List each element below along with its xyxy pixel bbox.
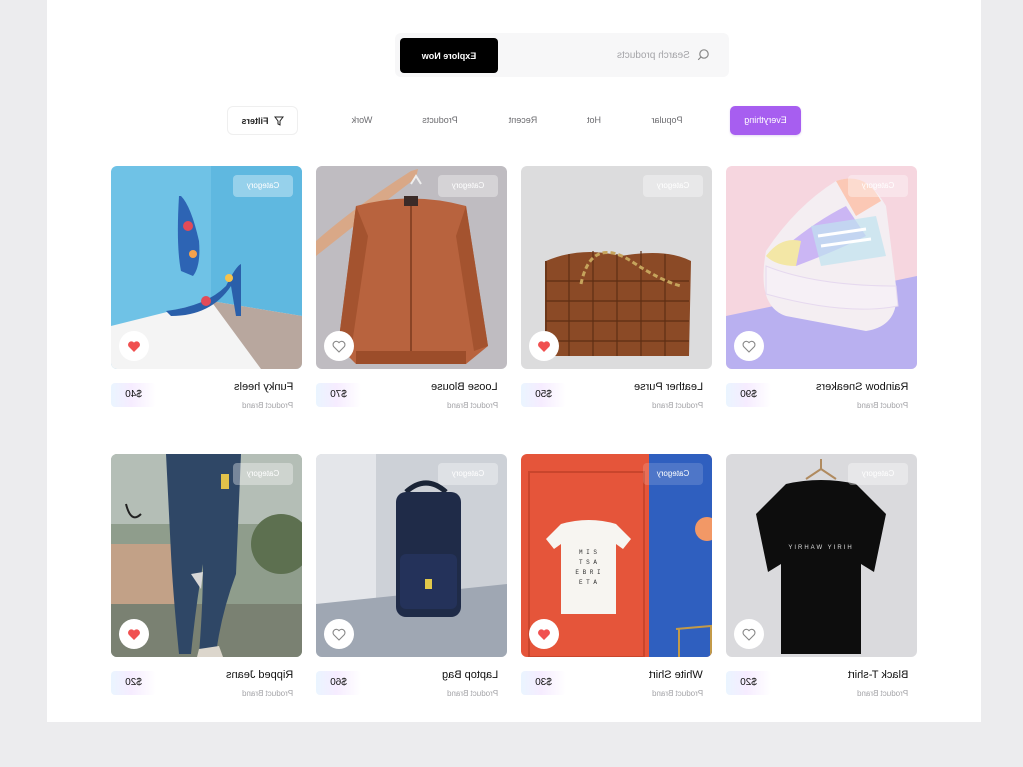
product-card[interactable]: Category Funky heels Product Brand $40	[111, 166, 302, 416]
heart-icon	[538, 628, 550, 640]
product-name[interactable]: Black T-shirt	[848, 669, 908, 681]
category-badge: Category	[643, 175, 703, 197]
product-name[interactable]: Rainbow Sneakers	[816, 381, 908, 393]
like-button[interactable]	[119, 331, 149, 361]
product-card[interactable]: Category Loose Blouse Product Brand $70	[316, 166, 507, 416]
product-name[interactable]: Funky heels	[234, 381, 293, 393]
category-badge: Category	[233, 463, 293, 485]
like-button[interactable]	[119, 619, 149, 649]
tab-products[interactable]: Products	[416, 106, 464, 135]
svg-text:E B R I: E B R I	[575, 569, 600, 576]
filter-icon	[273, 116, 284, 126]
category-badge: Category	[848, 175, 908, 197]
product-brand: Product Brand	[446, 689, 498, 698]
heart-icon	[128, 628, 140, 640]
like-button[interactable]	[324, 331, 354, 361]
product-price: $90	[726, 383, 771, 407]
product-name[interactable]: Loose Blouse	[431, 381, 498, 393]
product-card[interactable]: Category Leather Purse Product Brand $50	[521, 166, 712, 416]
cut-off-heading	[337, 0, 537, 2]
product-name[interactable]: White Shirt	[649, 669, 703, 681]
product-name[interactable]: Ripped Jeans	[226, 669, 293, 681]
product-brand: Product Brand	[651, 401, 703, 410]
svg-text:E T A: E T A	[579, 579, 597, 586]
product-card[interactable]: YIRHAW YIRIH Category Black T-shirt Prod…	[726, 454, 917, 704]
product-price: $70	[316, 383, 361, 407]
product-brand: Product Brand	[856, 401, 908, 410]
category-badge: Category	[643, 463, 703, 485]
like-button[interactable]	[529, 619, 559, 649]
product-brand: Product Brand	[241, 689, 293, 698]
svg-text:T S A: T S A	[579, 559, 597, 566]
product-brand: Product Brand	[446, 401, 498, 410]
product-card[interactable]: Category Rainbow Sneakers Product Brand …	[726, 166, 917, 416]
product-price: $30	[521, 671, 566, 695]
category-badge: Category	[848, 463, 908, 485]
search-icon[interactable]	[697, 48, 711, 62]
product-price: $20	[726, 671, 771, 695]
product-name[interactable]: Laptop Bag	[442, 669, 498, 681]
product-card[interactable]: Category Laptop Bag Product Brand $60	[316, 454, 507, 704]
heart-icon	[332, 628, 346, 641]
tab-recent[interactable]: Recent	[503, 106, 543, 135]
category-badge: Category	[233, 175, 293, 197]
search-placeholder[interactable]: Search products	[617, 50, 690, 61]
product-card[interactable]: M I S T S A E B R I E T A Category White Sh…	[521, 454, 712, 704]
search-bar: Explore Now Search products	[395, 33, 729, 77]
category-badge: Category	[438, 463, 498, 485]
like-button[interactable]	[324, 619, 354, 649]
explore-now-button[interactable]: Explore Now	[400, 38, 498, 73]
heart-icon	[742, 340, 756, 353]
tab-popular[interactable]: Popular	[645, 106, 689, 135]
product-price: $20	[111, 671, 156, 695]
page-frame: Explore Now Search products Filters Work…	[47, 0, 981, 722]
product-price: $40	[111, 383, 156, 407]
like-button[interactable]	[529, 331, 559, 361]
heart-icon	[332, 340, 346, 353]
svg-text:YIRHAW YIRIH: YIRHAW YIRIH	[788, 545, 853, 551]
product-name[interactable]: Leather Purse	[634, 381, 703, 393]
filters-label: Filters	[241, 115, 269, 126]
svg-text:M I S: M I S	[579, 549, 597, 556]
heart-icon	[128, 340, 140, 352]
product-brand: Product Brand	[651, 689, 703, 698]
product-brand: Product Brand	[241, 401, 293, 410]
heart-icon	[538, 340, 550, 352]
product-brand: Product Brand	[856, 689, 908, 698]
product-price: $60	[316, 671, 361, 695]
tab-everything[interactable]: Everything	[730, 106, 801, 135]
product-card[interactable]: Category Ripped Jeans Product Brand $20	[111, 454, 302, 704]
tab-work[interactable]: Work	[344, 106, 380, 135]
heart-icon	[742, 628, 756, 641]
like-button[interactable]	[734, 619, 764, 649]
category-badge: Category	[438, 175, 498, 197]
product-price: $50	[521, 383, 566, 407]
filters-button[interactable]: Filters	[227, 106, 298, 135]
like-button[interactable]	[734, 331, 764, 361]
tab-hot[interactable]: Hot	[582, 106, 606, 135]
